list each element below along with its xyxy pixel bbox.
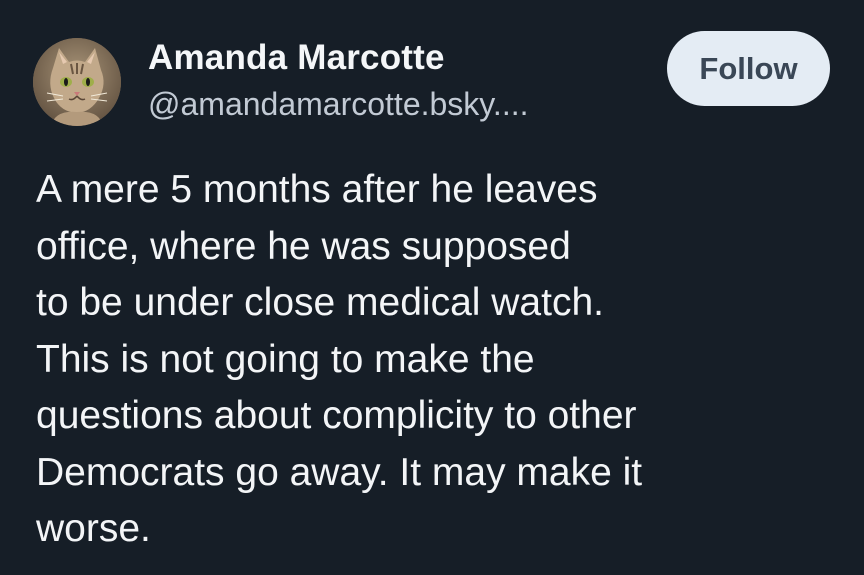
post-text-line: worse. xyxy=(36,507,151,550)
post-card: Amanda Marcotte @amandamarcotte.bsky....… xyxy=(0,0,864,575)
post-text-line: questions about complicity to other xyxy=(36,394,637,437)
author-handle[interactable]: @amandamarcotte.bsky.... xyxy=(148,86,528,123)
post-text-line: Democrats go away. It may make it xyxy=(36,450,643,494)
avatar-image xyxy=(33,38,121,126)
post-text-line: This is not going to make the xyxy=(36,337,535,381)
post-text-line: A mere 5 months after he leaves xyxy=(36,168,598,211)
cat-avatar-icon[interactable] xyxy=(33,38,121,126)
post-text: A mere 5 months after he leaves office, … xyxy=(36,162,846,558)
post-text-line: to be under close medical watch. xyxy=(36,281,604,324)
follow-button[interactable]: Follow xyxy=(667,31,830,106)
author-display-name[interactable]: Amanda Marcotte xyxy=(148,38,445,78)
post-text-line: office, where he was supposed xyxy=(36,224,571,268)
